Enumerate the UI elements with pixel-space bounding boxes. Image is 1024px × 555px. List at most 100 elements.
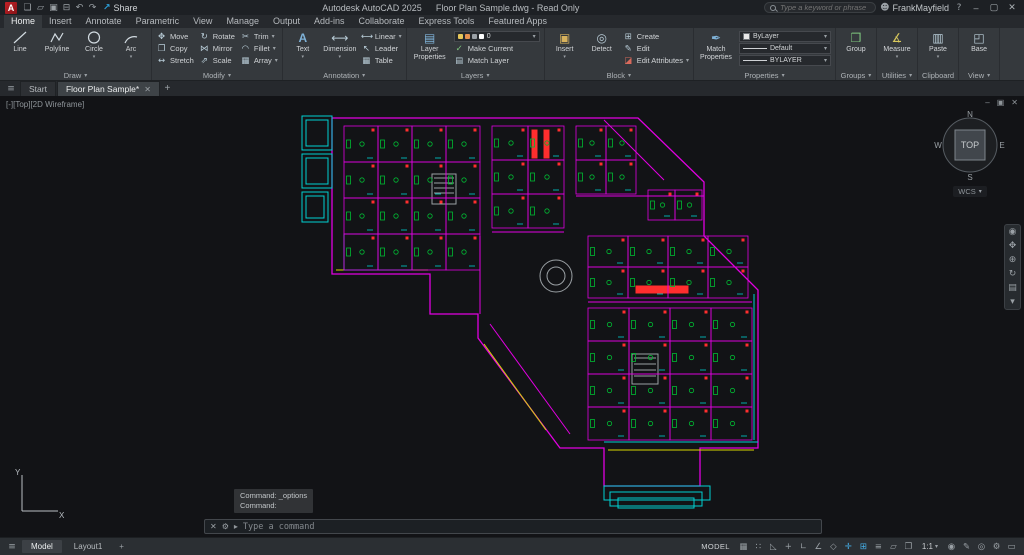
panel-label-block[interactable]: Block▾ (549, 70, 689, 80)
layer-properties-button[interactable]: ▤ Layer Properties (411, 29, 449, 70)
panel-label-draw[interactable]: Draw▾ (4, 70, 147, 80)
status-toggle-snap-mode[interactable]: ∷ (751, 540, 766, 554)
viewport-close-icon[interactable]: ✕ (1011, 98, 1018, 107)
edit-block-button[interactable]: ✎Edit (623, 43, 689, 54)
copy-button[interactable]: ❐Copy (156, 43, 194, 54)
new-drawing-button[interactable]: + (161, 83, 174, 96)
panel-label-annotation[interactable]: Annotation▾ (287, 70, 402, 80)
zoom-icon[interactable]: ⊕ (1009, 255, 1017, 265)
command-input[interactable] (243, 522, 816, 532)
app-logo-icon[interactable]: A (5, 2, 17, 14)
stretch-button[interactable]: ↔Stretch (156, 55, 194, 66)
status-toggle-workspace-gear[interactable]: ⚙ (989, 540, 1004, 554)
pan-icon[interactable]: ✥ (1009, 241, 1017, 251)
status-toggle-clean-screen[interactable]: ▭ (1004, 540, 1019, 554)
line-button[interactable]: Line (4, 29, 36, 70)
ribbon-tab-view[interactable]: View (186, 15, 219, 28)
drawing-tab[interactable]: Floor Plan Sample* ✕ (57, 81, 160, 96)
new-file-icon[interactable]: ❏ (21, 3, 34, 13)
status-toggle-lineweight-display[interactable]: ≡ (871, 540, 886, 554)
wcs-selector[interactable]: WCS ▾ (953, 186, 987, 197)
panel-label-clipboard[interactable]: Clipboard (922, 70, 954, 80)
help-icon[interactable]: ? (953, 3, 965, 13)
match-properties-button[interactable]: ✒ Match Properties (698, 29, 734, 70)
ribbon-tab-output[interactable]: Output (266, 15, 307, 28)
ribbon-tab-add-ins[interactable]: Add-ins (307, 15, 352, 28)
status-toggle-polar-tracking[interactable]: ∠ (811, 540, 826, 554)
status-menu-icon[interactable]: ≡ (5, 542, 19, 552)
detect-button[interactable]: ◎ Detect (586, 29, 618, 70)
group-button[interactable]: ❒ Group (840, 29, 872, 70)
navigation-wheel-icon[interactable]: ◉ (1009, 227, 1017, 237)
rotate-button[interactable]: ↻Rotate (199, 31, 235, 42)
match-layer-button[interactable]: ▤Match Layer (454, 55, 540, 66)
trim-button[interactable]: ✂Trim▾ (240, 31, 278, 42)
ribbon-tab-collaborate[interactable]: Collaborate (352, 15, 412, 28)
move-button[interactable]: ✥Move (156, 31, 194, 42)
open-file-icon[interactable]: ▱ (34, 3, 47, 13)
linear-button[interactable]: ⟷Linear▾ (361, 31, 402, 42)
status-toggle-ortho-mode[interactable]: ∟ (796, 540, 811, 554)
command-line[interactable]: ✕ ⚙ ▸ (204, 519, 822, 534)
make-current-button[interactable]: ✓Make Current (454, 43, 540, 54)
base-button[interactable]: ◰ Base (963, 29, 995, 70)
panel-label-utilities[interactable]: Utilities▾ (881, 70, 913, 80)
start-tab[interactable]: Start (20, 81, 56, 96)
layout1-tab[interactable]: Layout1 (65, 540, 111, 553)
panel-label-view[interactable]: View▾ (963, 70, 995, 80)
array-button[interactable]: ▦Array▾ (240, 55, 278, 66)
panel-label-groups[interactable]: Groups▾ (840, 70, 872, 80)
search-box[interactable] (764, 2, 876, 13)
ribbon-tab-annotate[interactable]: Annotate (79, 15, 129, 28)
status-toggle-isolate-objects[interactable]: ◎ (974, 540, 989, 554)
linetype-select[interactable]: BYLAYER ▾ (739, 55, 831, 66)
polyline-button[interactable]: Polyline (41, 29, 73, 70)
panel-label-layers[interactable]: Layers▾ (411, 70, 540, 80)
drawing-canvas[interactable]: [-][Top][2D Wireframe] – ▣ ✕ N S W E TOP… (0, 96, 1024, 537)
save-icon[interactable]: ▣ (47, 3, 60, 13)
layer-select[interactable]: 0 ▾ (454, 31, 540, 42)
status-toggle-grid[interactable]: ▦ (736, 540, 751, 554)
lineweight-select[interactable]: Default ▾ (739, 43, 831, 54)
table-button[interactable]: ▦Table (361, 55, 402, 66)
search-input[interactable] (780, 3, 870, 12)
arc-button[interactable]: Arc ▾ (115, 29, 147, 70)
status-toggle-dynamic-input[interactable]: + (781, 540, 796, 554)
ribbon-tab-express-tools[interactable]: Express Tools (412, 15, 482, 28)
edit-attributes-button[interactable]: ◪Edit Attributes▾ (623, 55, 689, 66)
print-icon[interactable]: ⊟ (60, 3, 73, 13)
measure-button[interactable]: ∡ Measure ▾ (881, 29, 913, 70)
maximize-button[interactable]: ▢ (987, 2, 1001, 13)
status-toggle-isometric-drafting[interactable]: ◇ (826, 540, 841, 554)
share-button[interactable]: ↗ Share (103, 3, 138, 13)
viewport-minimize-icon[interactable]: – (985, 98, 989, 107)
show-motion-icon[interactable]: ▤ (1008, 283, 1017, 293)
create-block-button[interactable]: ⊞Create (623, 31, 689, 42)
ribbon-tab-home[interactable]: Home (4, 15, 42, 28)
ribbon-tab-insert[interactable]: Insert (42, 15, 79, 28)
model-tab[interactable]: Model (22, 540, 62, 553)
ribbon-tab-parametric[interactable]: Parametric (129, 15, 187, 28)
redo-icon[interactable]: ↷ (86, 3, 99, 13)
command-close-icon[interactable]: ✕ (210, 522, 217, 531)
status-toggle-object-snap[interactable]: ⊞ (856, 540, 871, 554)
paste-button[interactable]: ▥ Paste ▾ (922, 29, 954, 70)
text-button[interactable]: A Text ▾ (287, 29, 319, 70)
model-space-indicator[interactable]: MODEL (701, 542, 730, 551)
nav-bar[interactable]: ◉✥⊕↻▤▾ (1004, 224, 1021, 310)
scale-button[interactable]: ⇗Scale (199, 55, 235, 66)
status-toggle-infer-constraints[interactable]: ◺ (766, 540, 781, 554)
status-toggle-annotation-monitor[interactable]: ✎ (959, 540, 974, 554)
undo-icon[interactable]: ↶ (73, 3, 86, 13)
viewport-restore-icon[interactable]: ▣ (997, 98, 1005, 107)
annotation-scale-control[interactable]: 1:1 ▾ (917, 542, 943, 551)
new-layout-button[interactable]: + (114, 540, 129, 553)
panel-label-properties[interactable]: Properties▾ (698, 70, 831, 80)
navbar-more-icon[interactable]: ▾ (1010, 297, 1015, 307)
circle-button[interactable]: Circle ▾ (78, 29, 110, 70)
account-menu[interactable]: ☻ FrankMayfield (880, 3, 949, 13)
panel-label-modify[interactable]: Modify▾ (156, 70, 278, 80)
dimension-button[interactable]: ⟷ Dimension ▾ (324, 29, 356, 70)
file-tab-menu-icon[interactable]: ≡ (3, 84, 19, 96)
fillet-button[interactable]: ◠Fillet▾ (240, 43, 278, 54)
